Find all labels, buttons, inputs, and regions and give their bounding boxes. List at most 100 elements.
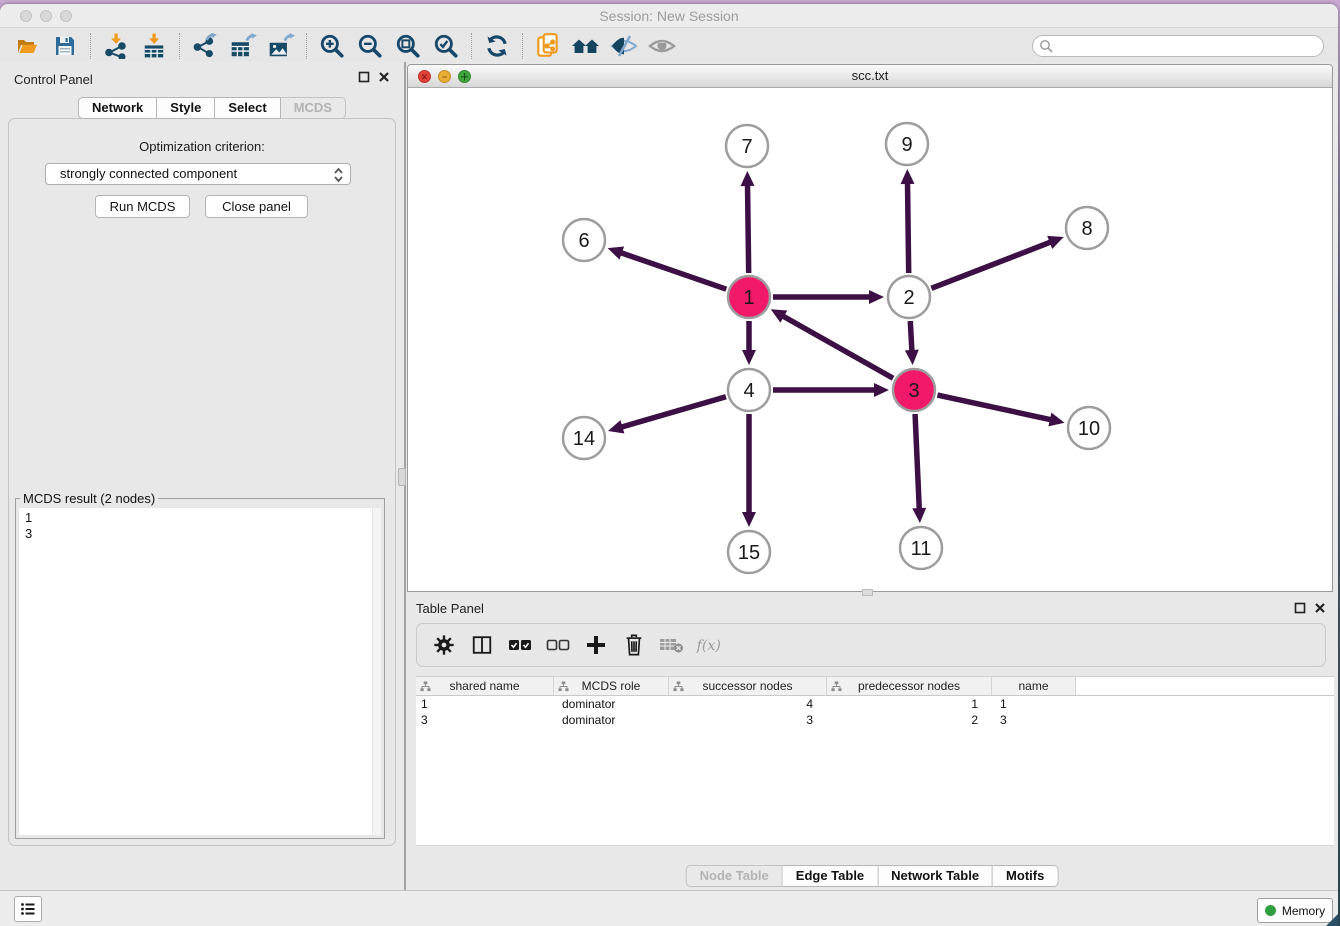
table-cell[interactable]: 1 xyxy=(416,696,554,712)
import-network-button[interactable] xyxy=(97,31,135,61)
vertical-splitter-handle[interactable] xyxy=(398,468,406,486)
table-cell[interactable]: dominator xyxy=(554,696,669,712)
tab-mcds[interactable]: MCDS xyxy=(281,97,346,119)
open-session-icon xyxy=(14,34,40,58)
app-window: Session: New Session xyxy=(0,4,1338,926)
graph-node-label: 11 xyxy=(911,538,932,560)
memory-button[interactable]: Memory xyxy=(1257,898,1333,923)
graph-edge[interactable] xyxy=(937,395,1051,420)
graph-node-label: 1 xyxy=(743,287,754,309)
task-history-button[interactable] xyxy=(14,896,42,922)
zoom-in-button[interactable] xyxy=(313,31,351,61)
float-panel-icon[interactable] xyxy=(1294,602,1306,614)
table-cell[interactable]: dominator xyxy=(554,712,669,728)
search-input[interactable] xyxy=(1057,37,1317,55)
graph-edge-arrow xyxy=(608,246,624,259)
delete-column-button[interactable] xyxy=(619,630,649,660)
delete-column-icon xyxy=(623,633,645,657)
close-panel-icon[interactable] xyxy=(1314,602,1326,614)
tab-select[interactable]: Select xyxy=(215,97,280,119)
table-cell[interactable]: 3 xyxy=(992,712,1076,728)
network-canvas[interactable]: 7968124314101511 xyxy=(408,88,1333,591)
search-field[interactable] xyxy=(1032,35,1324,57)
table-row[interactable]: 3dominator323 xyxy=(416,712,1334,728)
list-icon xyxy=(20,902,36,916)
tab-network[interactable]: Network xyxy=(78,97,157,119)
node-table: shared nameMCDS rolesuccessor nodesprede… xyxy=(416,676,1334,846)
column-header-successor-nodes[interactable]: successor nodes xyxy=(669,677,827,695)
resize-grip[interactable] xyxy=(1326,914,1338,926)
memory-status-dot xyxy=(1265,905,1276,916)
graph-edge[interactable] xyxy=(915,414,919,510)
split-panel-icon xyxy=(471,634,493,656)
tab-node-table[interactable]: Node Table xyxy=(686,865,783,887)
column-type-icon xyxy=(673,681,684,692)
tab-network-table[interactable]: Network Table xyxy=(878,865,993,887)
close-panel-icon[interactable] xyxy=(378,71,390,83)
tab-edge-table[interactable]: Edge Table xyxy=(783,865,878,887)
table-cell[interactable]: 3 xyxy=(416,712,554,728)
zoom-out-button[interactable] xyxy=(351,31,389,61)
graph-node-label: 15 xyxy=(738,542,760,564)
refresh-button[interactable] xyxy=(478,31,516,61)
hide-graphics-button[interactable] xyxy=(605,31,643,61)
graph-edge-arrow xyxy=(608,420,624,433)
run-mcds-button[interactable]: Run MCDS xyxy=(95,195,190,218)
export-table-button[interactable] xyxy=(224,31,262,61)
table-cell[interactable]: 4 xyxy=(669,696,827,712)
result-scrollbar[interactable] xyxy=(372,508,381,835)
zoom-selected-button[interactable] xyxy=(427,31,465,61)
zoom-fit-button[interactable] xyxy=(389,31,427,61)
open-session-button[interactable] xyxy=(8,31,46,61)
function-builder-button[interactable]: f(x) xyxy=(695,630,725,660)
network-window-titlebar[interactable]: ✕ − ＋ scc.txt xyxy=(408,65,1332,88)
table-cell[interactable]: 1 xyxy=(992,696,1076,712)
table-settings-button[interactable] xyxy=(429,630,459,660)
graph-edge[interactable] xyxy=(931,242,1051,289)
mcds-result-area[interactable]: 1 3 xyxy=(19,508,381,835)
graph-edge-arrow xyxy=(741,171,755,186)
graph-edge[interactable] xyxy=(782,316,893,379)
tab-motifs[interactable]: Motifs xyxy=(993,865,1058,887)
tab-style[interactable]: Style xyxy=(157,97,215,119)
memory-label: Memory xyxy=(1282,904,1325,918)
show-graphics-button[interactable] xyxy=(643,31,681,61)
save-session-button[interactable] xyxy=(46,31,84,61)
float-panel-icon[interactable] xyxy=(358,71,370,83)
home-button[interactable] xyxy=(567,31,605,61)
graph-edge[interactable] xyxy=(620,252,726,289)
toolbar-separator xyxy=(306,33,307,59)
graph-edge[interactable] xyxy=(907,182,908,273)
add-column-button[interactable] xyxy=(581,630,611,660)
table-cell[interactable]: 2 xyxy=(827,712,992,728)
delete-table-button[interactable] xyxy=(657,630,687,660)
criterion-dropdown[interactable]: strongly connected component xyxy=(45,163,351,185)
graph-edge-arrow xyxy=(905,350,919,365)
deselect-all-button[interactable] xyxy=(543,630,573,660)
split-panel-button[interactable] xyxy=(467,630,497,660)
export-network-button[interactable] xyxy=(186,31,224,61)
window-title: Session: New Session xyxy=(0,8,1338,24)
close-panel-button[interactable]: Close panel xyxy=(205,195,308,218)
toolbar-separator xyxy=(522,33,523,59)
network-document-button[interactable] xyxy=(529,31,567,61)
graph-edge[interactable] xyxy=(910,321,912,352)
export-image-button[interactable] xyxy=(262,31,300,61)
graph-edge[interactable] xyxy=(748,184,749,273)
table-row[interactable]: 1dominator411 xyxy=(416,696,1334,712)
graph-edge[interactable] xyxy=(620,397,725,428)
column-header-mcds-role[interactable]: MCDS role xyxy=(554,677,669,695)
table-cell[interactable]: 3 xyxy=(669,712,827,728)
document-share-icon xyxy=(535,32,561,60)
column-header-predecessor-nodes[interactable]: predecessor nodes xyxy=(827,677,992,695)
graph-edge-arrow xyxy=(1048,413,1064,427)
import-table-button[interactable] xyxy=(135,31,173,61)
select-all-icon xyxy=(508,636,532,654)
column-header-name[interactable]: name xyxy=(992,677,1076,695)
horizontal-splitter-handle[interactable] xyxy=(862,589,873,596)
select-all-button[interactable] xyxy=(505,630,535,660)
graph-edge-arrow xyxy=(742,512,756,527)
table-cell[interactable]: 1 xyxy=(827,696,992,712)
column-header-shared-name[interactable]: shared name xyxy=(416,677,554,695)
column-type-icon xyxy=(420,681,431,692)
